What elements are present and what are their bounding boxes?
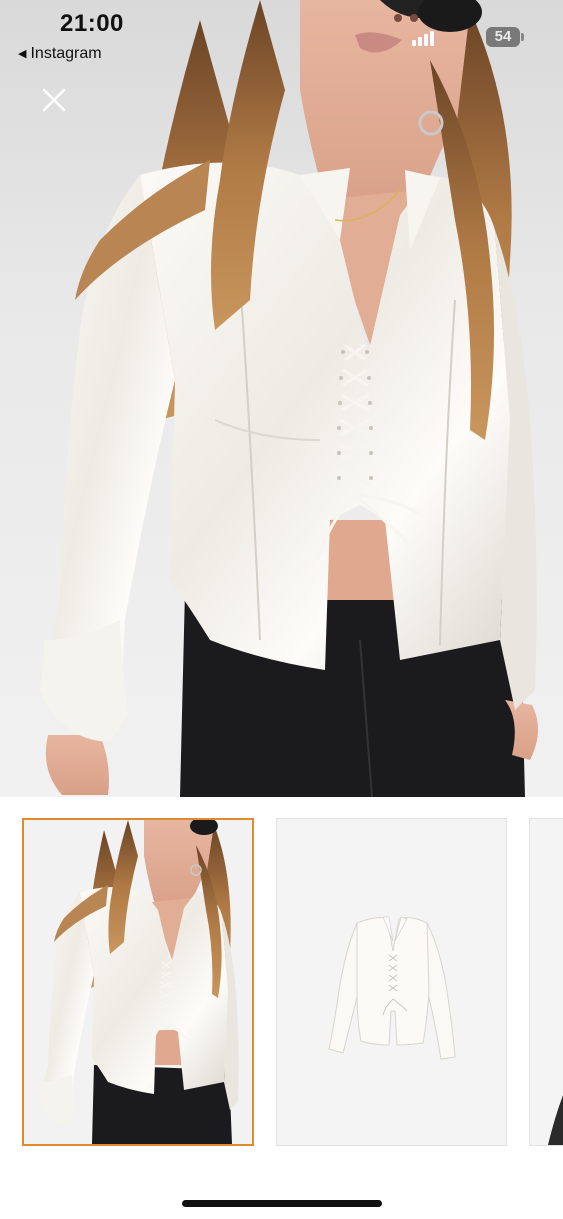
battery-nub [521,33,524,41]
home-indicator[interactable] [182,1200,382,1207]
product-hero-image[interactable] [0,0,563,797]
signal-bars-icon [412,30,434,46]
status-time: 21:00 [60,10,124,37]
back-to-app-link[interactable]: ◀ Instagram [18,45,102,63]
thumbnail-model-image [24,820,252,1144]
back-triangle-icon: ◀ [18,47,27,60]
model-photo [40,0,539,797]
thumbnail-partial[interactable] [529,818,563,1146]
close-button[interactable] [38,84,70,116]
thumbnail-model-selected[interactable] [22,818,254,1146]
close-icon [42,88,66,112]
thumbnail-product-flat[interactable] [276,818,507,1146]
battery-level: 54 [494,28,512,45]
thumbnail-product-image [277,819,506,1145]
battery-icon: 54 [486,27,520,47]
back-app-label: Instagram [30,45,102,62]
thumbnail-strip[interactable] [0,818,563,1150]
thumbnail-partial-image [530,819,563,1145]
